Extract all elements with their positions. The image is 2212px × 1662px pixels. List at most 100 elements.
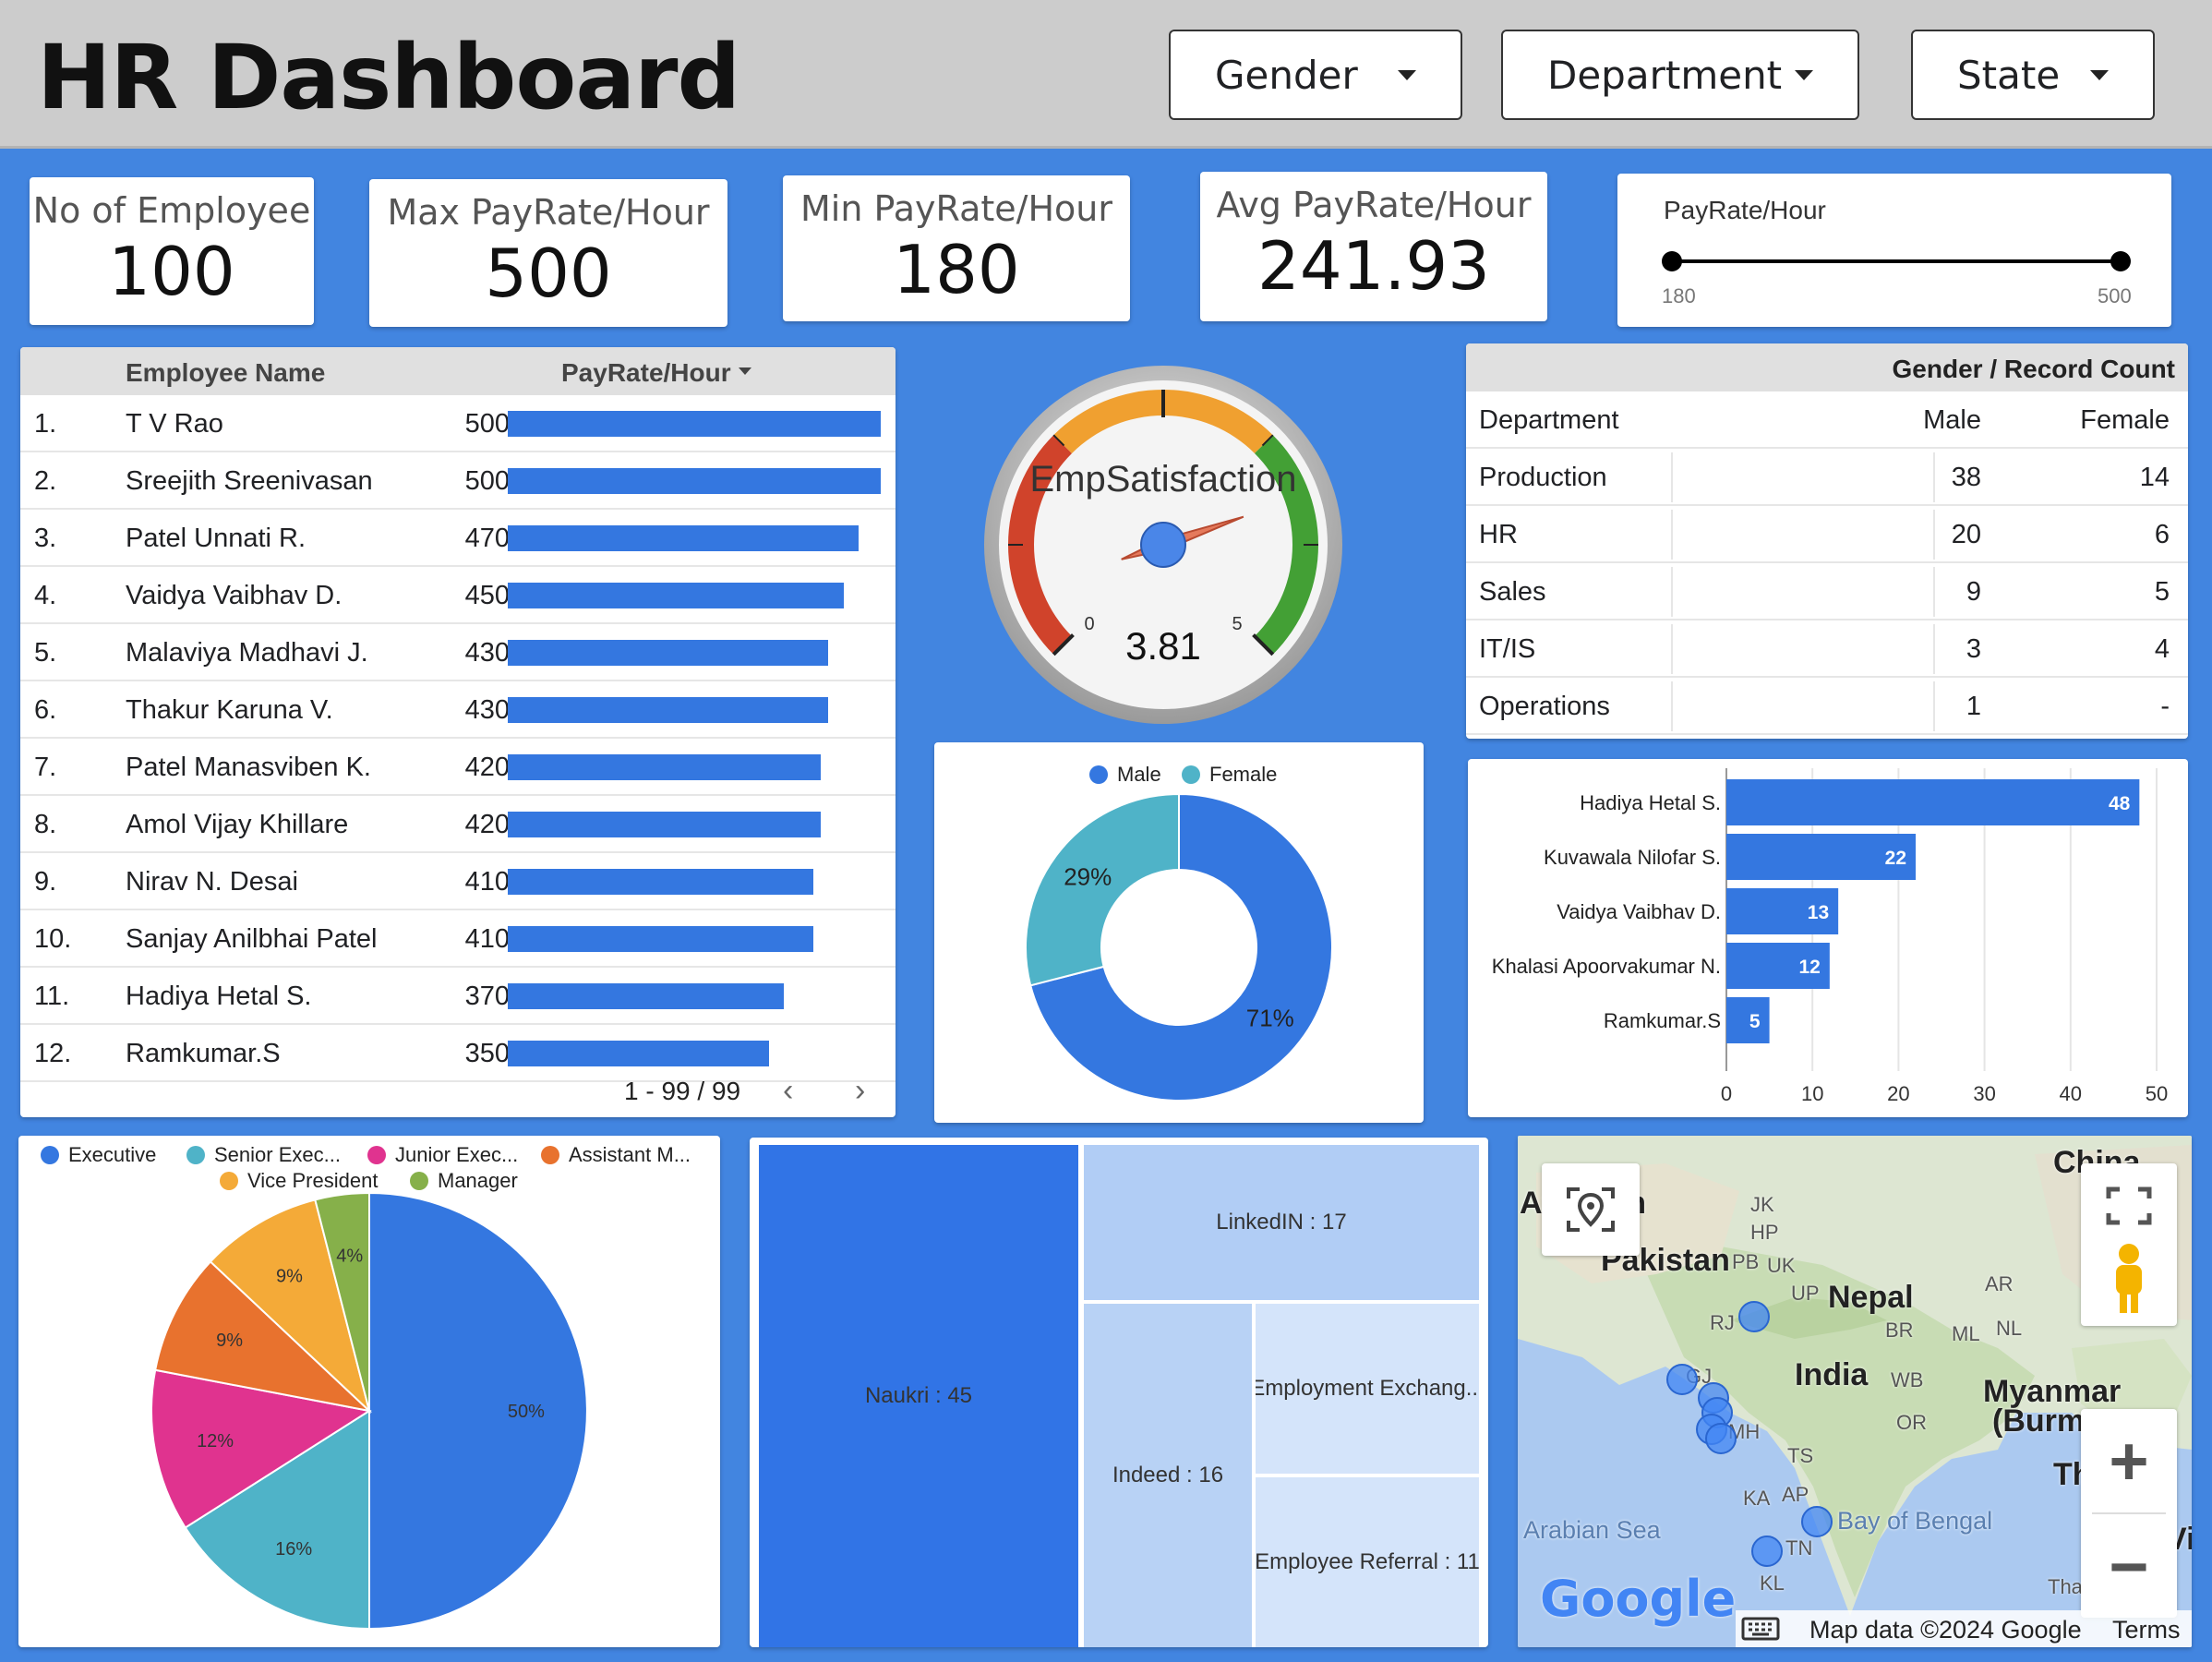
pie-slice-label: 4%: [336, 1246, 363, 1266]
top-employees-bar-chart: 0 10 20 30 40 50 Hadiya Hetal S. 48 Kuvawala Nil…: [1492, 768, 2168, 1105]
table-row[interactable]: 3. Patel Unnati R. 470: [20, 510, 896, 567]
row-number: 2.: [34, 466, 57, 496]
kpi-employee-count: No of Employee 100: [30, 177, 314, 325]
map-label: BR: [1885, 1319, 1914, 1342]
gauge-hub: [1140, 522, 1186, 568]
department-filter-dropdown[interactable]: Department: [1501, 30, 1859, 120]
table-row[interactable]: 10. Sanjay Anilbhai Patel 410: [20, 910, 896, 968]
payrate-bar: [508, 812, 822, 837]
female-count: 6: [2154, 520, 2170, 549]
map-location-marker[interactable]: [1801, 1506, 1833, 1537]
table-subheader: Department Male Female: [1466, 391, 2188, 449]
bar[interactable]: [1726, 997, 1770, 1043]
caret-down-icon[interactable]: [739, 367, 751, 375]
treemap-cell[interactable]: Indeed : 16: [1084, 1304, 1252, 1647]
column-header-employee-name[interactable]: Employee Name: [126, 358, 325, 388]
gauge-svg: EmpSatisfaction 0 5 3.81: [984, 366, 1342, 724]
female-count: 5: [2154, 577, 2170, 607]
map-label: OR: [1896, 1411, 1927, 1434]
treemap-cell[interactable]: LinkedIN : 17: [1084, 1145, 1479, 1300]
map-label: AP: [1782, 1483, 1809, 1506]
map-label: TS: [1787, 1444, 1814, 1467]
kpi-avg-payrate: Avg PayRate/Hour 241.93: [1200, 172, 1547, 321]
map-label: India: [1795, 1357, 1869, 1392]
map-label: ML: [1952, 1322, 1980, 1345]
male-count: 9: [1966, 577, 1981, 607]
payrate-value: 370: [464, 982, 510, 1011]
map-label: (Burm: [1992, 1403, 2086, 1439]
map-label: Nepal: [1828, 1280, 1914, 1315]
map-label: AR: [1985, 1272, 2014, 1295]
table-row[interactable]: 9. Nirav N. Desai 410: [20, 853, 896, 910]
bar[interactable]: [1726, 779, 2140, 825]
google-logo: Google: [1540, 1570, 1737, 1628]
employee-name: T V Rao: [126, 409, 223, 439]
zoom-out-button[interactable]: −: [2081, 1514, 2177, 1618]
map-location-marker[interactable]: [1705, 1423, 1737, 1454]
table-row[interactable]: Production 38 14: [1466, 449, 2188, 506]
pie-slice[interactable]: [368, 1191, 588, 1631]
employee-name: Nirav N. Desai: [126, 867, 298, 897]
fullscreen-icon[interactable]: [2081, 1163, 2177, 1228]
table-row[interactable]: 2. Sreejith Sreenivasan 500: [20, 452, 896, 510]
column-divider: [1671, 681, 1673, 731]
location-pin-icon[interactable]: [1542, 1163, 1640, 1256]
table-row[interactable]: IT/IS 3 4: [1466, 620, 2188, 678]
treemap-cell[interactable]: Naukri : 45: [759, 1145, 1078, 1647]
table-row[interactable]: 8. Amol Vijay Khillare 420: [20, 796, 896, 853]
column-header-female[interactable]: Female: [2080, 405, 2170, 436]
table-row[interactable]: Sales 9 5: [1466, 563, 2188, 620]
table-row[interactable]: 11. Hadiya Hetal S. 370: [20, 968, 896, 1025]
pegman-icon[interactable]: [2081, 1230, 2177, 1326]
row-number: 7.: [34, 753, 57, 782]
zoom-in-button[interactable]: +: [2081, 1409, 2177, 1512]
table-row[interactable]: 4. Vaidya Vaibhav D. 450: [20, 567, 896, 624]
employee-name: Malaviya Madhavi J.: [126, 638, 368, 668]
treemap-cell[interactable]: Employment Exchang...: [1256, 1304, 1479, 1474]
table-row[interactable]: 1. T V Rao 500: [20, 395, 896, 452]
department-filter-label: Department: [1547, 52, 1783, 98]
employee-name: Sreejith Sreenivasan: [126, 466, 373, 496]
emp-satisfaction-gauge: EmpSatisfaction 0 5 3.81: [980, 362, 1346, 728]
keyboard-icon[interactable]: [1741, 1615, 1782, 1643]
table-row[interactable]: 7. Patel Manasviben K. 420: [20, 739, 896, 796]
column-divider: [1671, 452, 1673, 502]
state-filter-dropdown[interactable]: State: [1911, 30, 2155, 120]
map-terms-link[interactable]: Terms: [2112, 1616, 2181, 1644]
category-label: Vaidya Vaibhav D.: [1557, 900, 1721, 923]
map-location-marker[interactable]: [1751, 1536, 1783, 1567]
table-row[interactable]: 5. Malaviya Madhavi J. 430: [20, 624, 896, 681]
employee-name: Amol Vijay Khillare: [126, 810, 349, 839]
column-header-payrate[interactable]: PayRate/Hour: [561, 358, 731, 388]
department-name: Sales: [1479, 577, 1546, 607]
bar-value-label: 22: [1885, 848, 1906, 869]
map-label: TN: [1785, 1536, 1813, 1560]
slider-label: PayRate/Hour: [1664, 196, 1826, 224]
table-row[interactable]: HR 20 6: [1466, 506, 2188, 563]
gender-donut-chart: 71% 29%: [1025, 792, 1333, 1102]
female-count: 4: [2154, 634, 2170, 664]
slider-track[interactable]: [1673, 259, 2120, 263]
chevron-right-icon[interactable]: ›: [855, 1073, 865, 1109]
employee-name: Thakur Karuna V.: [126, 695, 333, 725]
map-location-marker[interactable]: [1666, 1364, 1698, 1395]
column-divider: [1671, 567, 1673, 617]
slider-max-handle[interactable]: [2110, 251, 2131, 271]
table-row[interactable]: Operations 1 -: [1466, 678, 2188, 735]
treemap-cell[interactable]: Employee Referral : 11: [1256, 1477, 1479, 1647]
employee-location-map[interactable]: PakistanNepalIndiaMyanmar(BurmChinaAftan…: [1518, 1136, 2192, 1647]
category-label: Khalasi Apoorvakumar N.: [1492, 955, 1721, 978]
column-header-department[interactable]: Department: [1479, 405, 1619, 436]
payrate-bar: [508, 468, 881, 494]
column-header-male[interactable]: Male: [1843, 405, 1981, 436]
table-row[interactable]: 6. Thakur Karuna V. 430: [20, 681, 896, 739]
x-tick-label: 30: [1973, 1082, 1995, 1105]
gender-filter-dropdown[interactable]: Gender: [1169, 30, 1462, 120]
slider-min-handle[interactable]: [1662, 251, 1682, 271]
map-location-marker[interactable]: [1738, 1301, 1770, 1332]
chevron-left-icon[interactable]: ‹: [783, 1073, 793, 1109]
table-row[interactable]: 12. Ramkumar.S 350: [20, 1025, 896, 1082]
row-number: 6.: [34, 695, 57, 725]
position-pie-chart: 50% 16% 12% 9% 9% 4%: [150, 1191, 588, 1631]
pie-slice-label: 9%: [216, 1331, 243, 1351]
